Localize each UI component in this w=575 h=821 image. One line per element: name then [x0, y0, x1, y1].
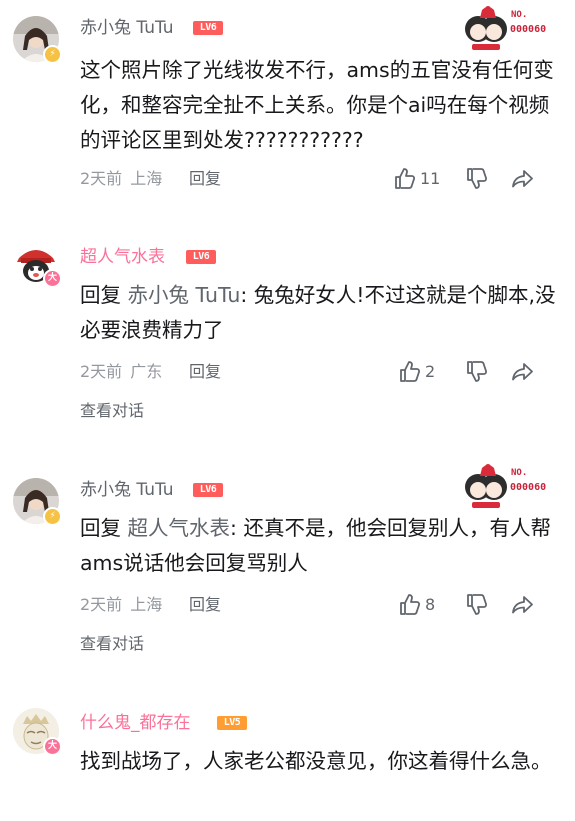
share-button[interactable] — [511, 167, 535, 191]
like-count: 2 — [425, 362, 436, 381]
thumbs-down-icon — [467, 594, 488, 615]
thumbs-down-icon — [467, 361, 488, 382]
share-icon — [512, 170, 533, 188]
like-count: 11 — [420, 169, 441, 188]
thumbs-up-icon — [400, 594, 421, 615]
username[interactable]: 赤小兔 TuTu — [80, 480, 174, 500]
fan-medal-number: 000060 — [510, 24, 547, 35]
dislike-button[interactable] — [465, 593, 489, 617]
fan-medal-badge: NO. 000060 — [462, 2, 562, 54]
dislike-button[interactable] — [465, 360, 489, 384]
username[interactable]: 赤小兔 TuTu — [80, 18, 174, 38]
comment-meta: 2天前 上海 回复 — [80, 169, 221, 189]
fan-medal-badge: NO. 000060 — [462, 460, 562, 512]
comment-meta: 2天前 上海 回复 — [80, 595, 221, 615]
username[interactable]: 什么鬼_都存在 — [80, 713, 191, 733]
thumbs-up-icon — [395, 168, 416, 189]
view-conversation-link[interactable]: 查看对话 — [80, 634, 144, 654]
level-badge: LV6 — [193, 21, 223, 35]
comment-time: 2天前 — [80, 595, 123, 614]
fan-medal-number: 000060 — [510, 482, 547, 493]
lightning-badge-icon: ⚡ — [43, 45, 62, 64]
like-button[interactable]: 2 — [398, 360, 435, 384]
comment-time: 2天前 — [80, 362, 123, 381]
comment-text: 找到战场了，人家老公都没意见，你这着得什么急。 — [80, 749, 552, 773]
like-button[interactable]: 8 — [398, 593, 435, 617]
reply-target[interactable]: 超人气水表 — [128, 516, 231, 540]
lightning-badge-icon: ⚡ — [43, 507, 62, 526]
reply-target[interactable]: 赤小兔 TuTu — [128, 283, 241, 307]
like-count: 8 — [425, 595, 436, 614]
reply-button[interactable]: 回复 — [189, 362, 221, 382]
dislike-button[interactable] — [465, 167, 489, 191]
reply-prefix: 回复 — [80, 516, 121, 540]
view-conversation-link[interactable]: 查看对话 — [80, 401, 144, 421]
comment-time: 2天前 — [80, 169, 123, 188]
vip-badge-icon: 大 — [43, 737, 62, 756]
comment-location: 广东 — [130, 362, 163, 381]
comment-location: 上海 — [130, 595, 163, 614]
comment-actions: 8 — [393, 593, 563, 617]
fan-medal-label: NO. — [511, 468, 528, 478]
share-icon — [512, 363, 533, 381]
username[interactable]: 超人气水表 — [80, 247, 165, 267]
fan-medal-label: NO. — [511, 10, 528, 20]
comment-location: 上海 — [130, 169, 163, 188]
thumbs-down-icon — [467, 168, 488, 189]
vip-badge-icon: 大 — [43, 269, 62, 288]
level-badge: LV6 — [193, 483, 223, 497]
comment-actions: 11 — [393, 167, 563, 191]
share-button[interactable] — [511, 360, 535, 384]
reply-button[interactable]: 回复 — [189, 169, 221, 189]
comment-text: 回复 超人气水表: 还真不是，他会回复别人，有人帮ams说话他会回复骂别人 — [80, 511, 558, 581]
level-badge: LV6 — [186, 250, 216, 264]
reply-prefix: 回复 — [80, 283, 121, 307]
comment-actions: 2 — [393, 360, 563, 384]
comment-text: 回复 赤小兔 TuTu: 兔兔好女人!不过这就是个脚本,没必要浪费精力了 — [80, 278, 558, 348]
share-button[interactable] — [511, 593, 535, 617]
reply-button[interactable]: 回复 — [189, 595, 221, 615]
thumbs-up-icon — [400, 361, 421, 382]
level-badge: LV5 — [217, 716, 247, 730]
like-button[interactable]: 11 — [393, 167, 440, 191]
share-icon — [512, 596, 533, 614]
comment-text: 这个照片除了光线妆发不行，ams的五官没有任何变化，和整容完全扯不上关系。你是个… — [80, 58, 554, 152]
comment-meta: 2天前 广东 回复 — [80, 362, 221, 382]
